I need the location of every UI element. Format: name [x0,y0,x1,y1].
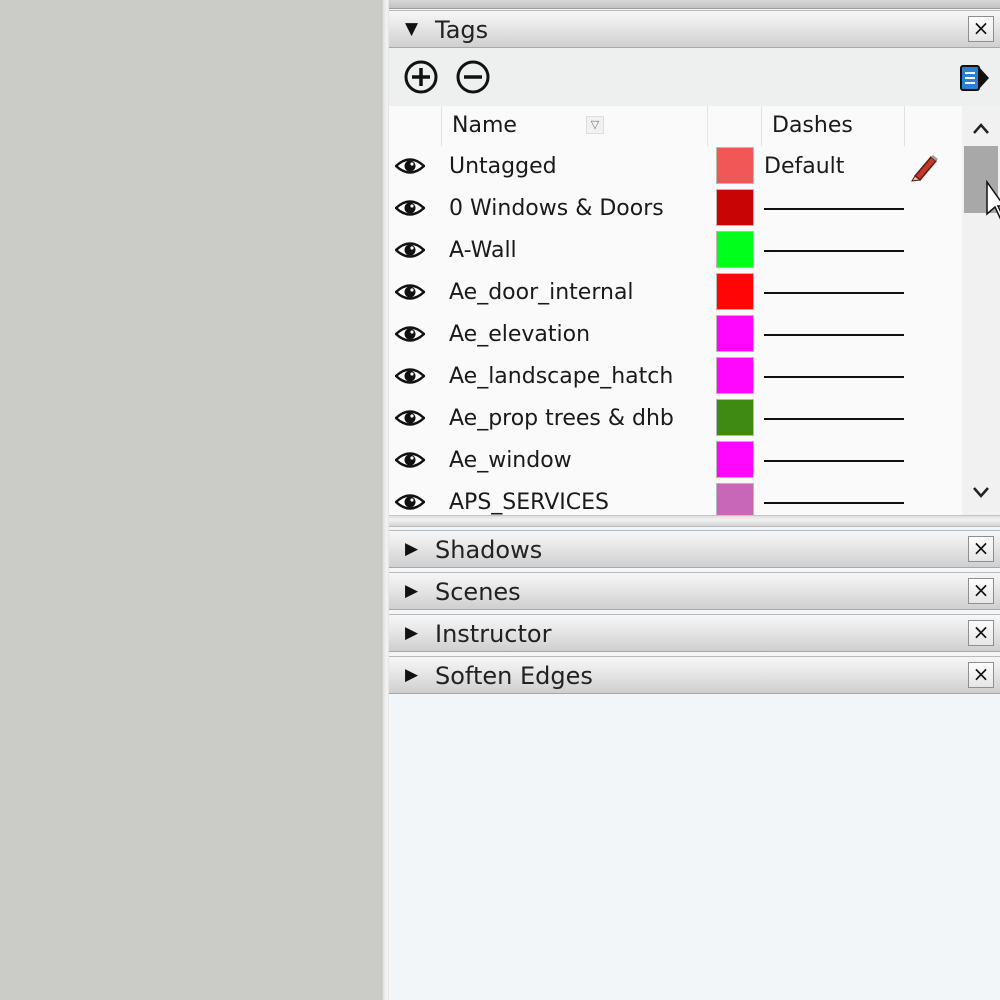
soften-edges-panel-header[interactable]: ▶ Soften Edges × [389,656,1000,694]
tag-name[interactable]: 0 Windows & Doors [449,194,664,224]
dash-style-line[interactable] [764,292,904,294]
tag-color-swatch[interactable] [716,231,754,268]
tag-color-swatch[interactable] [716,441,754,478]
name-column-header[interactable]: Name ▽ [442,106,708,146]
tag-row[interactable]: Ae_door_internal [389,272,962,314]
shadows-panel-title: Shadows [435,536,543,564]
dash-style-label[interactable]: Default [764,152,844,182]
tags-panel-header[interactable]: ▼ Tags × [389,10,1000,48]
expand-arrow-icon[interactable]: ▶ [405,539,418,559]
name-column-label: Name [452,113,517,138]
eye-visibility-icon[interactable] [395,239,425,261]
soften-edges-panel-title: Soften Edges [435,662,593,690]
tag-name[interactable]: Ae_elevation [449,320,590,350]
eye-visibility-icon[interactable] [395,491,425,513]
expand-arrow-icon[interactable]: ▶ [405,581,418,601]
default-tray: ▼ Tags × Name ▽ Dashes Untagged Default … [389,0,1000,1000]
mouse-cursor-icon [986,180,1000,220]
plus-circle-icon [404,60,438,94]
tray-splitter[interactable] [381,0,389,1000]
expand-arrow-icon[interactable]: ▶ [405,665,418,685]
eye-visibility-icon[interactable] [395,323,425,345]
eye-visibility-icon[interactable] [395,155,425,177]
details-arrow-icon [960,65,989,91]
tags-panel-title: Tags [435,16,489,44]
tag-name[interactable]: Ae_window [449,446,572,476]
scroll-up-button[interactable] [962,106,1000,146]
tag-color-swatch[interactable] [716,357,754,394]
sort-icon[interactable]: ▽ [586,116,604,134]
tag-color-swatch[interactable] [716,147,754,184]
color-column-header[interactable] [708,106,762,146]
eye-visibility-icon[interactable] [395,407,425,429]
tag-row[interactable]: Ae_elevation [389,314,962,356]
tags-scrollbar[interactable] [962,106,1000,515]
tag-color-swatch[interactable] [716,483,754,515]
visibility-column-header [389,106,442,146]
tags-table: Name ▽ Dashes Untagged Default 0 Windows &… [389,106,962,515]
panel-resize-handle[interactable] [389,515,1000,527]
tag-name[interactable]: A-Wall [449,236,517,266]
chevron-up-icon [973,123,989,134]
tag-row[interactable]: Untagged Default [389,146,962,188]
instructor-panel-header[interactable]: ▶ Instructor × [389,614,1000,652]
dash-style-line[interactable] [764,460,904,462]
shadows-panel-header[interactable]: ▶ Shadows × [389,530,1000,568]
tag-name[interactable]: APS_SERVICES [449,488,609,515]
collapse-arrow-icon[interactable]: ▼ [405,19,418,39]
scroll-down-button[interactable] [962,474,1000,514]
eye-visibility-icon[interactable] [395,281,425,303]
tag-name[interactable]: Ae_door_internal [449,278,634,308]
scenes-panel-header[interactable]: ▶ Scenes × [389,572,1000,610]
tag-name[interactable]: Untagged [449,152,557,182]
dash-style-line[interactable] [764,376,904,378]
tag-color-swatch[interactable] [716,399,754,436]
scenes-panel-title: Scenes [435,578,521,606]
minus-circle-icon [456,60,490,94]
expand-arrow-icon[interactable]: ▶ [405,623,418,643]
pencil-icon[interactable] [909,152,941,182]
eye-visibility-icon[interactable] [395,197,425,219]
tag-row[interactable]: 0 Windows & Doors [389,188,962,230]
close-icon[interactable]: × [968,620,994,646]
close-icon[interactable]: × [968,536,994,562]
tag-color-swatch[interactable] [716,273,754,310]
close-icon[interactable]: × [968,578,994,604]
previous-panel-header-edge [389,0,1000,9]
dashes-column-header[interactable]: Dashes [762,106,905,146]
tags-toolbar [389,48,1000,106]
tag-color-swatch[interactable] [716,315,754,352]
tag-row[interactable]: Ae_window [389,440,962,482]
tag-row[interactable]: APS_SERVICES [389,482,962,515]
tag-row[interactable]: Ae_landscape_hatch [389,356,962,398]
model-viewport[interactable] [0,0,381,1000]
eye-visibility-icon[interactable] [395,449,425,471]
close-icon[interactable]: × [968,16,994,42]
instructor-panel-title: Instructor [435,620,552,648]
dash-style-line[interactable] [764,334,904,336]
tag-name[interactable]: Ae_landscape_hatch [449,362,673,392]
delete-tag-button[interactable] [453,57,493,97]
details-button[interactable] [955,57,995,97]
dash-style-line[interactable] [764,250,904,252]
tag-color-swatch[interactable] [716,189,754,226]
close-icon[interactable]: × [968,662,994,688]
add-tag-button[interactable] [401,57,441,97]
dash-style-line[interactable] [764,502,904,504]
tag-row[interactable]: A-Wall [389,230,962,272]
dash-style-line[interactable] [764,208,904,210]
dashes-column-label: Dashes [772,113,853,138]
eye-visibility-icon[interactable] [395,365,425,387]
chevron-down-icon [973,487,989,498]
dash-style-line[interactable] [764,418,904,420]
tag-row[interactable]: Ae_prop trees & dhb [389,398,962,440]
tag-name[interactable]: Ae_prop trees & dhb [449,404,674,434]
